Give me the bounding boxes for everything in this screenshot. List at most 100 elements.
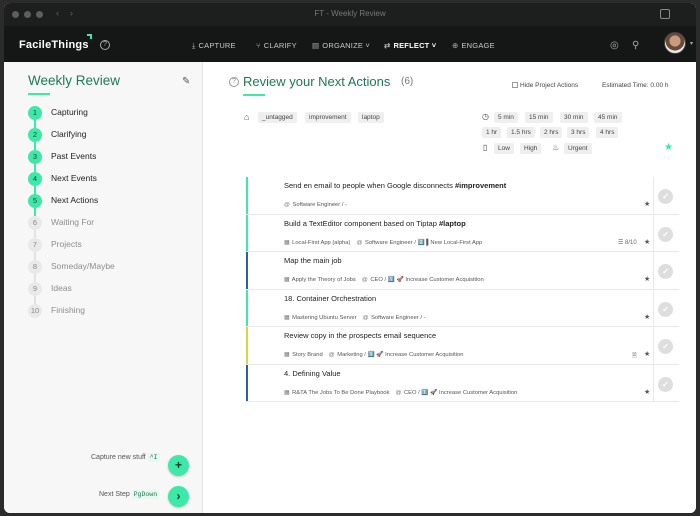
review-step[interactable]: 6 Waiting For: [28, 212, 198, 238]
action-meta-item[interactable]: ▦ Local-First App (alpha): [284, 240, 350, 246]
tag-chip[interactable]: improvement: [305, 112, 351, 123]
nav-clarify[interactable]: ⑂ CLARIFY: [256, 41, 297, 50]
avatar[interactable]: [664, 32, 686, 54]
review-step[interactable]: 10 Finishing: [28, 300, 198, 322]
review-steps: 1 Capturing 2 Clarifying 3 Past Events 4 Next E…: [28, 102, 198, 322]
capture-button[interactable]: +: [168, 455, 189, 476]
next-step-button[interactable]: ›: [168, 486, 189, 507]
time-chip[interactable]: 15 min: [525, 112, 553, 123]
action-meta-item[interactable]: @ Software Engineer / 2️⃣ ▌New Local-Fir…: [356, 240, 482, 246]
action-meta-item[interactable]: @ Software Engineer / -: [363, 315, 426, 321]
review-step[interactable]: 3 Past Events: [28, 146, 198, 172]
next-step-shortcut: PgDown: [131, 490, 160, 499]
step-number: 2: [28, 128, 42, 142]
help-icon[interactable]: ?: [229, 77, 239, 87]
sidebar-toggle-icon[interactable]: [660, 9, 670, 19]
nav-engage[interactable]: ⊕ ENGAGE: [452, 41, 495, 50]
action-meta-item[interactable]: @ Marketing / 1️⃣ 🚀 Increase Customer Ac…: [329, 352, 464, 358]
action-meta-item[interactable]: ▦ Apply the Theory of Jobs: [284, 277, 356, 283]
action-meta-item[interactable]: ▦ R&TA The Jobs To Be Done Playbook: [284, 390, 389, 396]
organize-icon: ▤: [312, 41, 320, 50]
hide-project-actions-toggle[interactable]: Hide Project Actions: [512, 82, 578, 89]
help-icon[interactable]: ?: [100, 40, 110, 50]
action-count: (6): [401, 76, 414, 87]
time-chip[interactable]: 4 hrs: [596, 127, 619, 138]
star-icon[interactable]: ★: [644, 200, 650, 208]
action-title[interactable]: Build a TextEditor component based on Ti…: [284, 219, 466, 228]
action-title[interactable]: Send en email to people when Google disc…: [284, 181, 506, 190]
action-extra: 🗎: [632, 353, 637, 359]
star-icon[interactable]: ★: [644, 275, 650, 283]
energy-chip[interactable]: Low: [494, 143, 514, 154]
review-step[interactable]: 2 Clarifying: [28, 124, 198, 150]
review-step[interactable]: 7 Projects: [28, 234, 198, 260]
action-meta-item[interactable]: ▦ Story Brand: [284, 352, 323, 358]
nav-organize[interactable]: ▤ ORGANIZE ˅: [312, 41, 370, 50]
action-tag[interactable]: #laptop: [439, 219, 466, 228]
project-icon: ▦: [284, 389, 290, 396]
review-step[interactable]: 5 Next Actions: [28, 190, 198, 216]
action-row[interactable]: Map the main job ▦ Apply the Theory of J…: [246, 252, 679, 290]
action-tag[interactable]: #improvement: [455, 181, 506, 190]
complete-check-icon[interactable]: ✓: [658, 264, 673, 279]
complete-check-icon[interactable]: ✓: [658, 376, 673, 392]
complete-check-icon[interactable]: ✓: [658, 226, 673, 242]
step-number: 1: [28, 106, 42, 120]
step-label: Next Events: [51, 173, 97, 183]
star-icon[interactable]: ★: [644, 350, 650, 358]
action-meta: ▦ Mastering Ubuntu Server @ Software Engi…: [284, 315, 432, 321]
nav-capture[interactable]: ⤓ CAPTURE: [192, 41, 236, 51]
app-logo[interactable]: FacileThings: [19, 39, 89, 51]
complete-column: ✓: [653, 364, 679, 402]
review-step[interactable]: 9 Ideas: [28, 278, 198, 304]
target-icon[interactable]: ◎: [610, 40, 619, 51]
review-step[interactable]: 8 Someday/Maybe: [28, 256, 198, 282]
star-icon[interactable]: ★: [644, 388, 650, 396]
complete-check-icon[interactable]: ✓: [658, 189, 673, 204]
star-icon[interactable]: ★: [644, 238, 650, 246]
action-row[interactable]: Build a TextEditor component based on Ti…: [246, 214, 679, 252]
action-title[interactable]: 4. Defining Value: [284, 369, 341, 378]
action-meta: ▦ Apply the Theory of Jobs @ CEO / 1️⃣ 🚀 …: [284, 277, 490, 283]
nav-reflect[interactable]: ⇄ REFLECT ˅: [384, 41, 436, 50]
capture-shortcut: ^I: [147, 453, 160, 462]
time-chip[interactable]: 30 min: [560, 112, 588, 123]
checkbox[interactable]: [512, 82, 518, 88]
action-title[interactable]: 18. Container Orchestration: [284, 294, 376, 303]
tag-chip[interactable]: _untagged: [258, 112, 297, 123]
urgent-chip[interactable]: Urgent: [564, 143, 592, 154]
search-icon[interactable]: ⚲: [632, 40, 639, 51]
energy-chip[interactable]: High: [520, 143, 542, 154]
complete-check-icon[interactable]: ✓: [658, 301, 673, 317]
action-meta-item[interactable]: @ Software Engineer / -: [284, 202, 347, 208]
star-icon[interactable]: ★: [644, 313, 650, 321]
review-step[interactable]: 4 Next Events: [28, 168, 198, 194]
time-chip[interactable]: 3 hrs: [567, 127, 590, 138]
action-title[interactable]: Review copy in the prospects email seque…: [284, 331, 436, 340]
reflect-icon: ⇄: [384, 41, 391, 50]
chevron-down-icon[interactable]: ▾: [690, 40, 693, 47]
time-chip[interactable]: 2 hrs: [540, 127, 563, 138]
action-row[interactable]: 18. Container Orchestration ▦ Mastering …: [246, 289, 679, 327]
action-meta-item[interactable]: @ CEO / 1️⃣ 🚀 Increase Customer Acquisit…: [395, 390, 517, 396]
action-row[interactable]: 4. Defining Value ▦ R&TA The Jobs To Be …: [246, 364, 679, 402]
logo-mark-icon: [87, 34, 92, 39]
action-meta-item[interactable]: @ CEO / 1️⃣ 🚀 Increase Customer Acquisit…: [362, 277, 484, 283]
action-row[interactable]: Send en email to people when Google disc…: [246, 177, 679, 215]
project-icon: ▦: [284, 277, 290, 283]
step-label: Waiting For: [51, 217, 95, 227]
tag-chip[interactable]: laptop: [358, 112, 384, 123]
page-title: Review your Next Actions: [243, 74, 391, 89]
action-title[interactable]: Map the main job: [284, 256, 342, 265]
star-filter-icon[interactable]: ★: [664, 142, 673, 153]
edit-icon[interactable]: ✎: [182, 76, 190, 87]
time-chip[interactable]: 1.5 hrs: [507, 127, 535, 138]
action-meta-item[interactable]: ▦ Mastering Ubuntu Server: [284, 315, 357, 321]
review-step[interactable]: 1 Capturing: [28, 102, 198, 128]
complete-check-icon[interactable]: ✓: [658, 339, 673, 354]
time-chip[interactable]: 1 hr: [482, 127, 502, 138]
time-chip[interactable]: 5 min: [494, 112, 518, 123]
app-window: ‹ › FT - Weekly Review FacileThings ? ⤓ C…: [4, 3, 696, 513]
action-row[interactable]: Review copy in the prospects email seque…: [246, 327, 679, 365]
time-chip[interactable]: 45 min: [594, 112, 622, 123]
